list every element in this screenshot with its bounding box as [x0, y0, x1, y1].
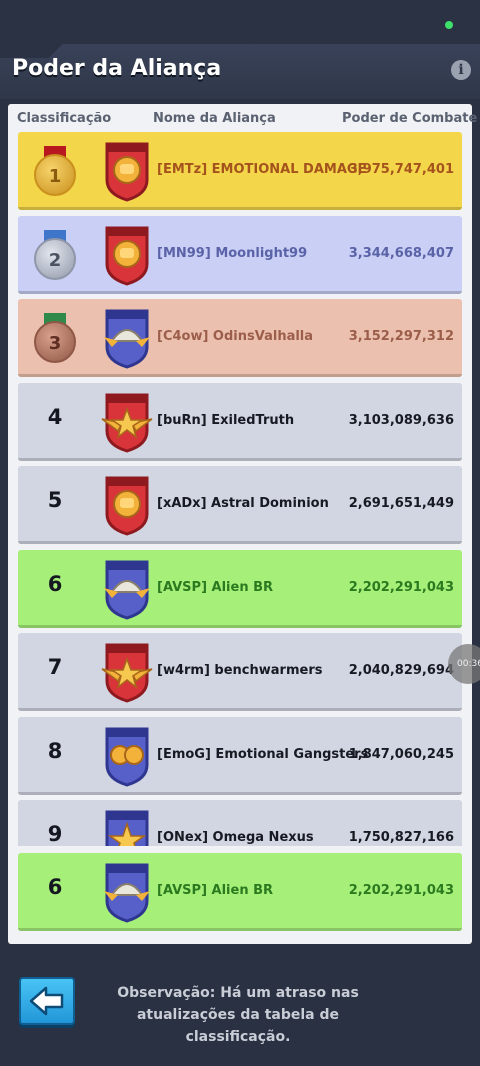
rank-number: 4: [47, 404, 63, 429]
combat-power: 2,202,291,043: [348, 883, 454, 898]
alliance-emblem-icon: [98, 140, 156, 202]
alliance-emblem-icon: [98, 808, 156, 846]
column-header-power: Poder de Combate: [342, 111, 478, 126]
leaderboard-row[interactable]: 1 [EMTz] EMOTIONAL DAMAGE 3,975,747,401: [18, 132, 462, 210]
alliance-emblem-icon: [98, 391, 156, 453]
alliance-emblem-icon: [98, 725, 156, 787]
alliance-name: [AVSP] Alien BR: [157, 883, 274, 898]
leaderboard-row[interactable]: 8 [EmoG] Emotional Gangsters 1,847,060,245: [18, 716, 462, 795]
leaderboard-row[interactable]: 6 [AVSP] Alien BR 2,202,291,043: [18, 549, 462, 628]
combat-power: 1,847,060,245: [348, 746, 454, 762]
back-button[interactable]: [19, 977, 75, 1025]
alliance-emblem-icon: [98, 641, 156, 703]
combat-power: 3,103,089,636: [348, 412, 454, 428]
leaderboard-row[interactable]: 9 [ONex] Omega Nexus 1,750,827,166: [18, 800, 462, 846]
alliance-name: [MN99] Moonlight99: [157, 245, 308, 261]
delay-note: Observação: Há um atraso nas atualizaçõe…: [117, 985, 359, 1045]
combat-power: 2,691,651,449: [348, 496, 454, 511]
leaderboard-list[interactable]: 1 [EMTz] EMOTIONAL DAMAGE 3,975,747,401 2 [M…: [18, 132, 462, 846]
alliance-name: [AVSP] Alien BR: [157, 579, 274, 595]
alliance-name: [ONex] Omega Nexus: [157, 830, 314, 845]
rank-number: 8: [47, 738, 63, 763]
leaderboard-row[interactable]: 5 [xADx] Astral Dominion 2,691,651,449: [18, 466, 462, 544]
alliance-name: [w4rm] benchwarmers: [157, 663, 323, 678]
rank-number: 9: [47, 822, 63, 846]
column-header-rank: Classificação: [17, 111, 112, 126]
rank-number: 6: [47, 875, 63, 899]
alliance-emblem-icon: [98, 307, 156, 369]
rank-number: 5: [47, 488, 63, 512]
alliance-name: [C4ow] OdinsValhalla: [157, 329, 314, 344]
rank-medal-silver-icon: 2: [32, 229, 78, 282]
info-icon[interactable]: i: [451, 60, 471, 80]
column-header-name: Nome da Aliança: [153, 111, 276, 126]
leaderboard-row[interactable]: 2 [MN99] Moonlight99 3,344,668,407: [18, 215, 462, 294]
combat-power: 3,344,668,407: [348, 245, 454, 261]
combat-power: 3,152,297,312: [348, 329, 454, 344]
alliance-name: [EMTz] EMOTIONAL DAMAGE: [157, 162, 367, 177]
my-alliance-row[interactable]: 6 [AVSP] Alien BR 2,202,291,043: [18, 853, 462, 931]
combat-power: 2,202,291,043: [348, 579, 454, 595]
recording-timer: 00:36: [448, 644, 480, 684]
recording-indicator-icon: [445, 21, 453, 29]
alliance-emblem-icon: [98, 474, 156, 536]
arrow-left-icon: [29, 986, 64, 1016]
status-bar: [0, 0, 480, 44]
alliance-emblem-icon: [98, 558, 156, 620]
page-title: Poder da Aliança: [12, 56, 222, 81]
alliance-emblem-icon: [98, 224, 156, 286]
combat-power: 3,975,747,401: [348, 162, 454, 177]
alliance-name: [xADx] Astral Dominion: [157, 496, 329, 511]
rank-number: 2: [34, 237, 76, 280]
rank-number: 3: [34, 321, 76, 363]
leaderboard-row[interactable]: 6 [AVSP] Alien BR 2,202,291,043: [18, 853, 462, 931]
leaderboard-row[interactable]: 7 [w4rm] benchwarmers 2,040,829,694: [18, 633, 462, 711]
rank-medal-gold-icon: 1: [32, 146, 78, 198]
rank-medal-bronze-icon: 3: [32, 313, 78, 365]
combat-power: 2,040,829,694: [348, 663, 454, 678]
rank-number: 1: [34, 154, 76, 196]
leaderboard-row[interactable]: 3 [C4ow] OdinsValhalla 3,152,297,312: [18, 299, 462, 377]
combat-power: 1,750,827,166: [348, 830, 454, 845]
alliance-name: [EmoG] Emotional Gangsters: [157, 746, 369, 762]
alliance-emblem-icon: [98, 861, 156, 923]
rank-number: 7: [47, 655, 63, 679]
rank-number: 6: [47, 571, 63, 596]
alliance-name: [buRn] ExiledTruth: [157, 412, 295, 428]
leaderboard-row[interactable]: 4 [buRn] ExiledTruth 3,103,089,636: [18, 382, 462, 461]
